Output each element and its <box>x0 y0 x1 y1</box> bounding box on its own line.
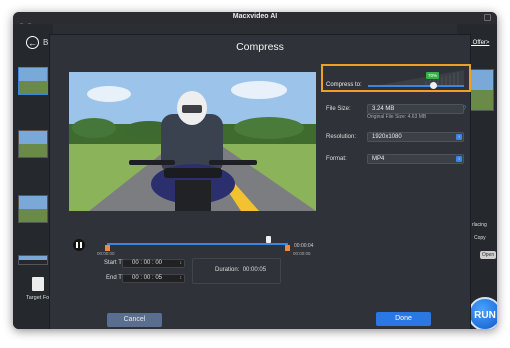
file-size-input[interactable]: 3.24 MB <box>367 104 464 114</box>
compress-slider-thumb[interactable] <box>430 82 437 89</box>
file-size-value: 3.24 MB <box>372 106 395 112</box>
video-frame-image <box>69 72 316 211</box>
duration-label: Duration: <box>215 267 240 273</box>
bg-header-text: B <box>43 38 49 47</box>
original-file-size: Original File Size: 4.63 MB <box>367 114 427 120</box>
video-thumbnail-3[interactable] <box>18 195 48 223</box>
video-preview <box>69 72 316 211</box>
compress-percent-badge: 70% <box>426 72 439 79</box>
cancel-button[interactable]: Cancel <box>107 313 162 327</box>
start-time-stepper-icon[interactable]: ↕ <box>180 260 183 267</box>
chevron-updown-icon: ↕ <box>456 134 462 140</box>
dialog-title: Compress <box>236 41 284 53</box>
compress-slider-track[interactable] <box>368 85 464 87</box>
start-time-value: 00 : 00 : 00 <box>132 260 163 266</box>
timeline-track[interactable] <box>107 243 288 245</box>
compress-label: Compress to: <box>326 82 362 88</box>
resolution-label: Resolution: <box>326 134 357 140</box>
copy-option[interactable]: Copy <box>474 235 486 241</box>
playhead[interactable] <box>266 236 271 243</box>
current-time: 00:00:04 <box>294 243 314 249</box>
run-button[interactable]: RUN <box>468 297 497 329</box>
app-title: Macxvideo AI <box>232 13 278 20</box>
start-time-input[interactable]: 00 : 00 : 00 ↕ <box>122 259 185 268</box>
pause-button[interactable] <box>73 239 85 251</box>
video-thumbnail-1[interactable] <box>18 67 48 95</box>
title-bar: Macxvideo AI <box>13 12 497 28</box>
format-value: MP4 <box>372 156 385 162</box>
help-icon[interactable]: ? <box>463 106 466 112</box>
app-window: Macxvideo AI ← B Target Fo iday Offer> r… <box>13 12 497 329</box>
trim-end-handle[interactable] <box>285 245 290 251</box>
resolution-select[interactable]: 1920x1080 ↕ <box>367 132 464 142</box>
format-label: Format: <box>326 156 347 162</box>
video-thumbnail-4[interactable] <box>18 255 48 265</box>
compress-dialog: Compress 00:00:00 00:00:05 00:00:04 Star… <box>49 34 471 329</box>
duration-value: 00:00:05 <box>242 267 267 273</box>
duration-text: Duration: 00:00:05 <box>215 267 266 273</box>
deinterlacing-option[interactable]: rlacing <box>472 222 487 228</box>
file-size-label: File Size: <box>326 106 351 112</box>
target-folder-label: Target Fo <box>26 295 50 301</box>
timeline-start-time: 00:00:00 <box>97 251 115 256</box>
back-arrow-icon[interactable]: ← <box>26 36 39 49</box>
video-thumbnail-2[interactable] <box>18 130 48 158</box>
open-button[interactable]: Open <box>480 251 496 259</box>
target-folder-icon[interactable] <box>32 277 44 291</box>
end-time-stepper-icon[interactable]: ↕ <box>180 275 183 282</box>
end-time-value: 00 : 00 : 05 <box>132 275 163 281</box>
chevron-updown-icon: ↕ <box>456 156 462 162</box>
resolution-value: 1920x1080 <box>372 134 402 140</box>
fullscreen-icon[interactable] <box>484 14 491 21</box>
format-select[interactable]: MP4 ↕ <box>367 154 464 164</box>
timeline-end-time: 00:00:05 <box>293 251 311 256</box>
done-button[interactable]: Done <box>376 312 431 326</box>
end-time-input[interactable]: 00 : 00 : 05 ↕ <box>122 274 185 283</box>
